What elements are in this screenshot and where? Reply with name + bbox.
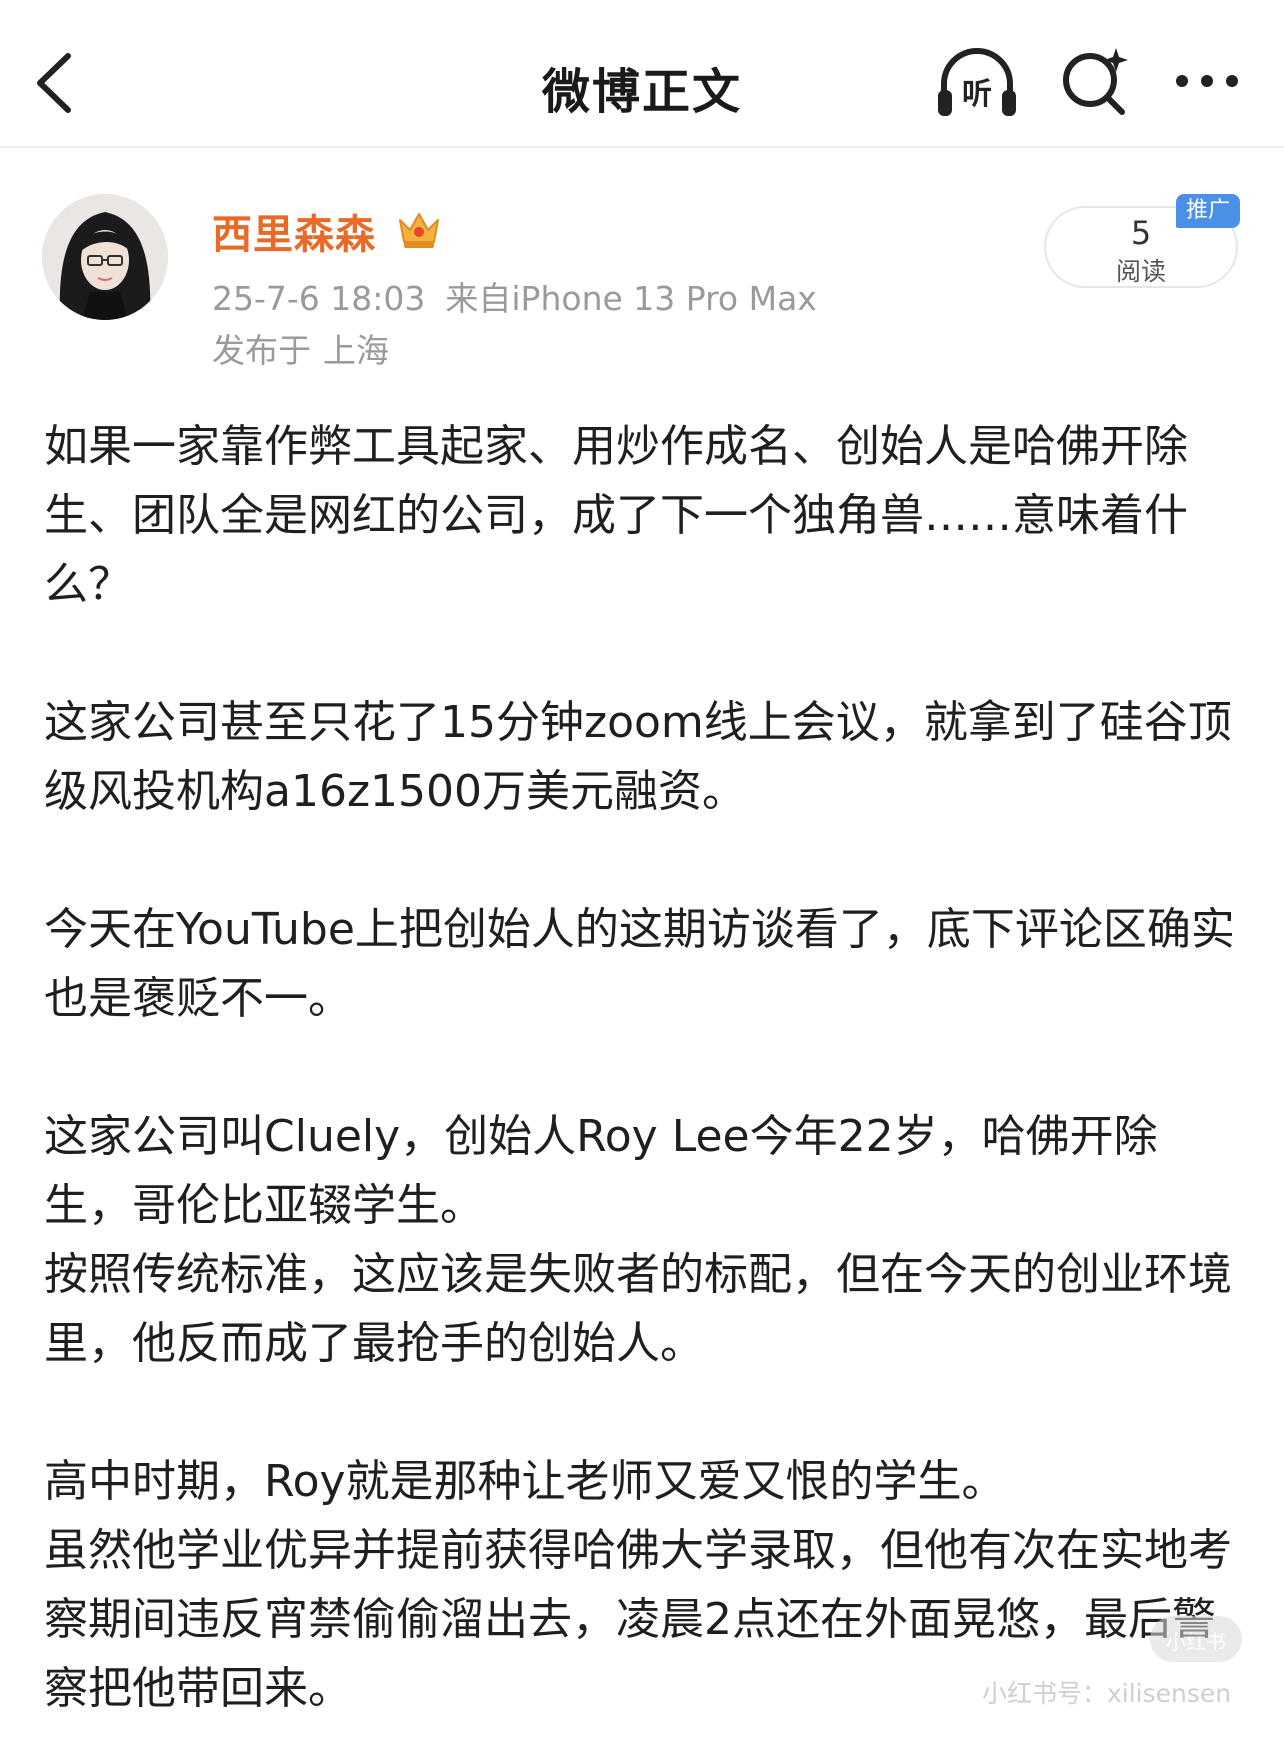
username[interactable]: 西里森森 xyxy=(212,202,376,260)
watermark-logo-text: 小红书 xyxy=(1166,1630,1226,1654)
post-paragraph: 高中时期，Roy就是那种让老师又爱又恨的学生。 xyxy=(44,1456,1006,1507)
listen-label: 听 xyxy=(962,77,992,112)
post-paragraph: 按照传统标准，这应该是失败者的标配，但在今天的创业环境里，他反而成了最抢手的创始… xyxy=(44,1249,1232,1369)
avatar-image xyxy=(42,194,168,320)
top-nav-bar: 微博正文 听 xyxy=(0,0,1284,148)
location-name: 上海 xyxy=(323,331,389,370)
read-label: 阅读 xyxy=(1115,257,1166,286)
more-icon[interactable] xyxy=(1172,70,1242,92)
watermark: 小红书号：xilisensen xyxy=(982,1679,1232,1708)
post-paragraph: 这家公司叫Cluely，创始人Roy Lee今年22岁，哈佛开除生，哥伦比亚辍学… xyxy=(44,1111,1158,1231)
post-paragraph: 今天在YouTube上把创始人的这期访谈看了，底下评论区确实也是褒贬不一。 xyxy=(44,904,1235,1024)
post-date: 25-7-6 18:03 xyxy=(212,279,426,318)
post-paragraph: 这家公司甚至只花了15分钟zoom线上会议，就拿到了硅谷顶级风投机构a16z15… xyxy=(44,697,1232,817)
post-paragraph: 如果一家靠作弊工具起家、用炒作成名、创始人是哈佛开除生、团队全是网红的公司，成了… xyxy=(44,421,1188,610)
watermark-logo: 小红书 xyxy=(1150,1616,1242,1662)
crown-icon xyxy=(399,213,439,248)
listen-button[interactable]: 听 xyxy=(936,44,1018,122)
post-source: 来自iPhone 13 Pro Max xyxy=(445,279,817,318)
listen-icon: 听 xyxy=(938,48,1016,116)
search-icon[interactable] xyxy=(1058,44,1130,118)
post-location: 发布于 上海 xyxy=(212,324,389,372)
post-meta: 25-7-6 18:03 来自iPhone 13 Pro Max xyxy=(212,272,817,320)
post-body: 如果一家靠作弊工具起家、用炒作成名、创始人是哈佛开除生、团队全是网红的公司，成了… xyxy=(44,412,1244,1723)
avatar[interactable] xyxy=(42,194,168,320)
location-prefix: 发布于 xyxy=(212,331,311,370)
promote-tag[interactable]: 推广 xyxy=(1176,194,1240,228)
